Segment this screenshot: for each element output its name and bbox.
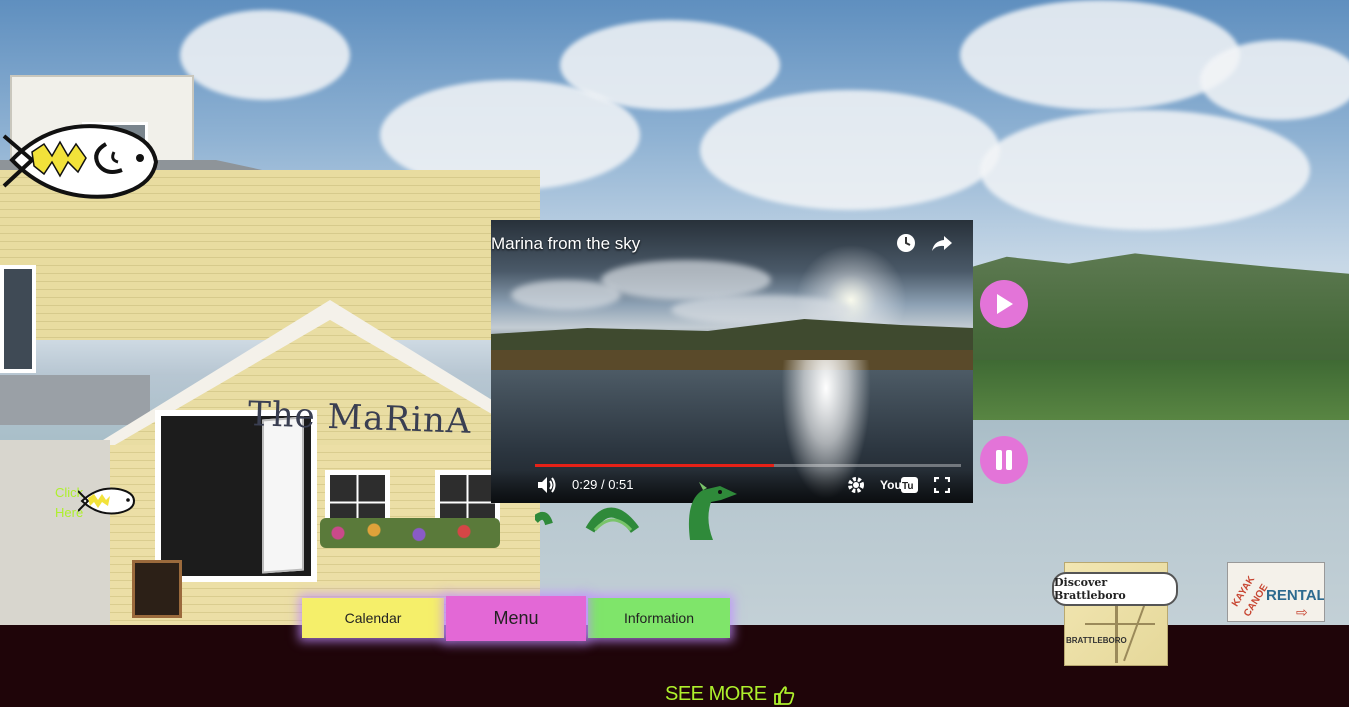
settings-gear-icon[interactable] bbox=[847, 476, 865, 494]
arrow-right-icon: ⇨ bbox=[1296, 604, 1308, 620]
play-icon bbox=[997, 294, 1013, 314]
sea-monster-icon bbox=[535, 482, 737, 540]
youtube-logo-icon[interactable]: You Tu bbox=[880, 476, 918, 494]
chalkboard-sign bbox=[132, 560, 182, 618]
see-more-label: SEE MORE bbox=[665, 683, 767, 705]
information-button[interactable]: Information bbox=[588, 598, 730, 638]
porch bbox=[0, 440, 110, 625]
kayak-canoe-rentals-link[interactable]: KAYAK CANOE RENTALS ⇨ bbox=[1227, 562, 1325, 622]
calendar-button[interactable]: Calendar bbox=[302, 598, 444, 638]
upper-window bbox=[0, 265, 36, 373]
rentals-label: RENTALS bbox=[1266, 587, 1325, 604]
open-door bbox=[262, 416, 304, 574]
svg-text:You: You bbox=[880, 478, 902, 492]
pause-button[interactable] bbox=[980, 436, 1028, 484]
pause-icon bbox=[996, 450, 1012, 470]
play-button[interactable] bbox=[980, 280, 1028, 328]
cloud bbox=[1200, 40, 1349, 120]
menu-button[interactable]: Menu bbox=[446, 596, 586, 641]
watch-later-icon[interactable] bbox=[895, 232, 917, 254]
svg-text:Tu: Tu bbox=[902, 481, 913, 492]
video-progress-bar[interactable] bbox=[535, 464, 961, 467]
discover-brattleboro-banner[interactable]: Discover Brattleboro bbox=[1052, 572, 1178, 606]
cloud bbox=[960, 0, 1240, 110]
video-cloud bbox=[601, 260, 771, 300]
flower-box bbox=[320, 518, 500, 548]
share-icon[interactable] bbox=[931, 232, 953, 254]
video-player[interactable]: Marina from the sky 0:29 / 0:51 You Tu bbox=[491, 220, 973, 503]
fullscreen-icon[interactable] bbox=[934, 477, 950, 493]
pointing-hand-icon bbox=[773, 685, 794, 705]
small-fish-icon[interactable] bbox=[78, 486, 136, 516]
cloud bbox=[700, 90, 1000, 210]
building-sign: The MaRinA bbox=[247, 394, 473, 442]
cloud bbox=[980, 110, 1310, 230]
map-town-label: BRATTLEBORO bbox=[1066, 636, 1127, 645]
video-progress-fill bbox=[535, 464, 774, 467]
map-road bbox=[1085, 623, 1155, 625]
porch-roof bbox=[0, 375, 150, 425]
see-more-link[interactable]: SEE MORE bbox=[665, 683, 795, 706]
fish-logo-icon[interactable] bbox=[2, 122, 160, 200]
video-cloud bbox=[511, 280, 621, 310]
cloud bbox=[560, 20, 780, 110]
video-title[interactable]: Marina from the sky bbox=[491, 234, 640, 254]
